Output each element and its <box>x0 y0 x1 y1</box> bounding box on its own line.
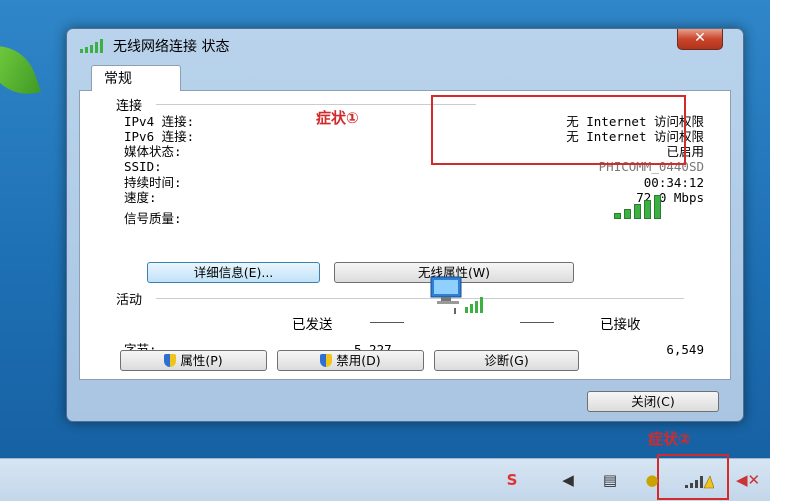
close-window-button[interactable]: ✕ <box>677 29 723 50</box>
signal-bar <box>644 199 651 219</box>
title-bar[interactable]: 无线网络连接 状态 ✕ <box>67 29 743 61</box>
connection-section-label: 连接 <box>116 99 143 114</box>
signal-bar <box>624 208 631 219</box>
disable-button[interactable]: 禁用(D) <box>277 350 424 371</box>
volume-icon[interactable]: ◀ <box>556 470 580 490</box>
security-icon[interactable]: ● <box>640 470 664 490</box>
ipv4-label: IPv4 连接: <box>124 114 195 129</box>
received-line <box>520 322 554 323</box>
signal-quality-label: 信号质量: <box>124 211 182 226</box>
speaker-muted-icon[interactable]: ◀✕ <box>736 470 760 490</box>
signal-bar <box>614 213 621 219</box>
clipboard-icon[interactable]: ▤ <box>598 470 622 490</box>
connection-separator <box>156 104 476 105</box>
sent-line <box>370 322 404 323</box>
tab-general[interactable]: 常规 <box>91 65 181 91</box>
uac-shield-icon <box>320 354 333 367</box>
properties-button[interactable]: 属性(P) <box>120 350 267 371</box>
media-state-label: 媒体状态: <box>124 144 182 159</box>
desktop-leaf-icon <box>0 34 42 106</box>
sogou-ime-icon[interactable]: S <box>500 470 524 490</box>
close-button[interactable]: 关闭(C) <box>587 391 719 412</box>
window-title: 无线网络连接 状态 <box>113 39 230 55</box>
uac-shield-icon <box>164 354 177 367</box>
activity-section-label: 活动 <box>116 293 143 308</box>
bytes-received-value: 6,549 <box>666 342 704 357</box>
disable-button-label: 禁用(D) <box>336 353 381 368</box>
received-label: 已接收 <box>600 317 641 333</box>
signal-quality-icon <box>614 195 670 219</box>
symptom2-label: 症状② <box>648 430 691 448</box>
network-signal-icon[interactable] <box>684 472 714 490</box>
symptom1-highlight-box <box>431 95 686 165</box>
wifi-signal-icon <box>80 39 103 53</box>
ssid-label: SSID: <box>124 159 162 174</box>
ipv6-label: IPv6 连接: <box>124 129 195 144</box>
properties-button-label: 属性(P) <box>180 353 223 368</box>
diagnose-button[interactable]: 诊断(G) <box>434 350 579 371</box>
signal-bar <box>634 204 641 219</box>
duration-value: 00:34:12 <box>643 175 704 190</box>
sent-label: 已发送 <box>292 317 333 333</box>
duration-label: 持续时间: <box>124 175 182 190</box>
speed-label: 速度: <box>124 190 157 205</box>
details-button[interactable]: 详细信息(E)... <box>147 262 320 283</box>
signal-bar <box>654 195 661 219</box>
network-status-window: 无线网络连接 状态 ✕ 常规 连接 IPv4 连接: 无 Internet 访问… <box>66 28 744 422</box>
activity-separator <box>156 298 684 299</box>
network-activity-icon <box>430 276 483 314</box>
symptom1-label: 症状① <box>316 109 359 127</box>
